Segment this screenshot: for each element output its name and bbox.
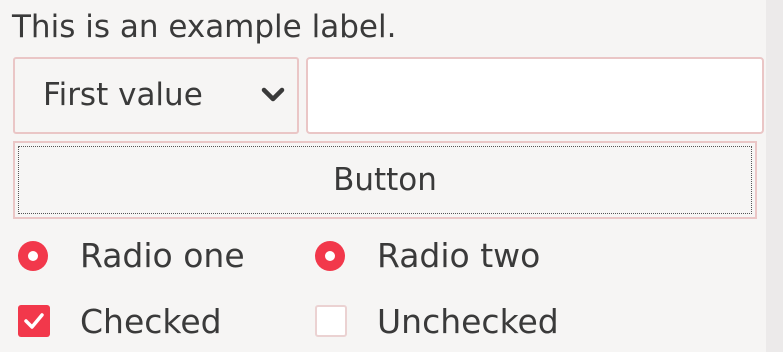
window-edge (766, 0, 783, 352)
button-label: Button (333, 162, 437, 198)
main-button[interactable]: Button (13, 141, 757, 219)
radio-dot (28, 251, 38, 261)
example-label: This is an example label. (12, 9, 397, 45)
radio-indicator-icon[interactable] (18, 241, 48, 271)
checkbox-unchecked-icon[interactable] (315, 305, 347, 337)
checkbox-unchecked-label: Unchecked (377, 302, 559, 341)
checkbox-checked-label: Checked (80, 302, 222, 341)
radio-dot (325, 251, 335, 261)
radio-two-label: Radio two (377, 236, 541, 275)
combobox-selected-value: First value (43, 77, 203, 113)
checkbox-checked-icon[interactable] (18, 305, 50, 337)
radio-indicator-icon[interactable] (315, 241, 345, 271)
value-combobox[interactable]: First value (13, 57, 299, 134)
radio-one-label: Radio one (80, 236, 245, 275)
text-entry[interactable] (306, 57, 764, 134)
chevron-down-icon (261, 87, 285, 102)
checkmark-icon (24, 313, 44, 329)
